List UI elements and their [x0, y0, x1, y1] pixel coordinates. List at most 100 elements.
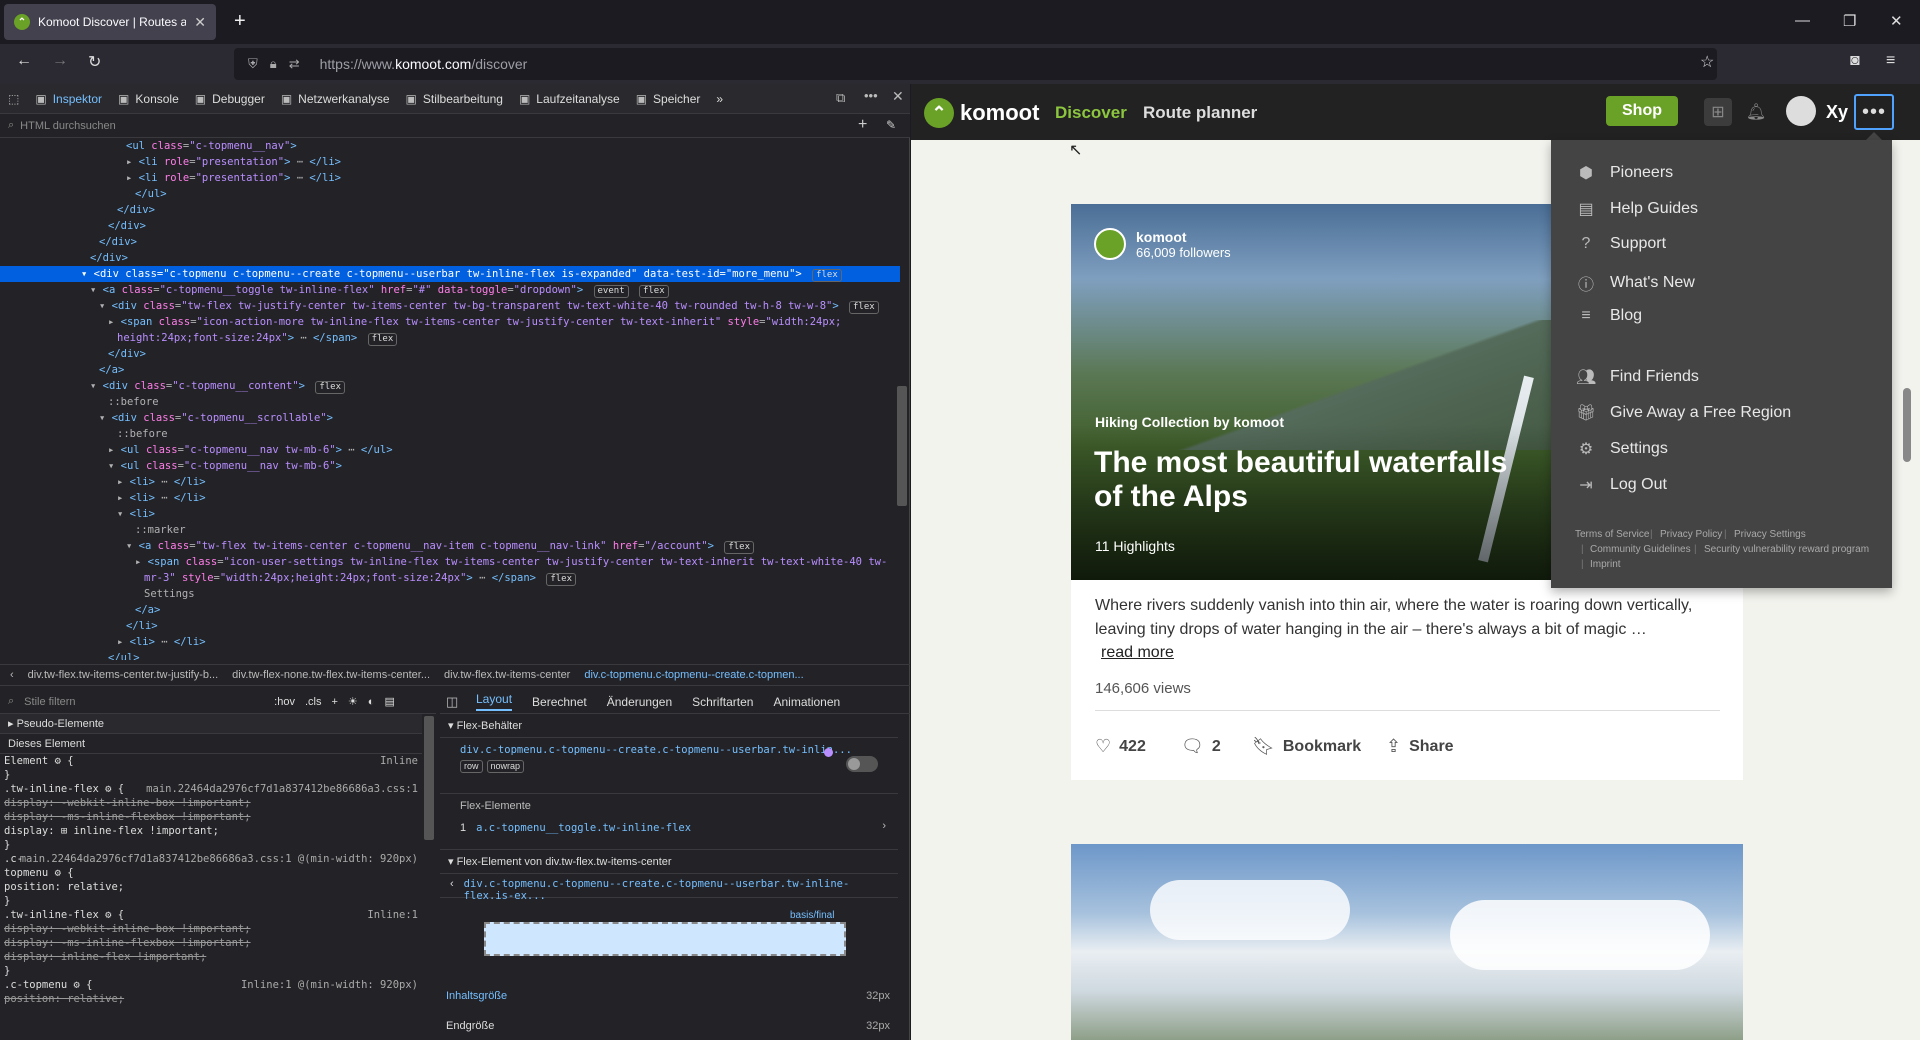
markup-line[interactable]: ▾ <a class="tw-flex tw-items-center c-to…	[0, 538, 900, 554]
markup-line[interactable]: ▾ <li>	[0, 506, 900, 522]
markup-line[interactable]: ▸ <li> ⋯ </li>	[0, 474, 900, 490]
nav-route-planner[interactable]: Route planner	[1143, 103, 1257, 123]
breadcrumb-item[interactable]: div.tw-flex.tw-items-center	[444, 669, 570, 681]
author-block[interactable]: komoot 66,009 followers	[1094, 228, 1231, 260]
css-rule-line[interactable]: Inline Element ⚙ {	[0, 754, 422, 768]
dark-mode-icon[interactable]: ◐	[368, 696, 375, 708]
cls-toggle[interactable]: .cls	[305, 696, 322, 708]
forward-icon[interactable]: →	[52, 52, 68, 70]
markup-line[interactable]: </div>	[0, 234, 900, 250]
more-menu-button[interactable]: •••	[1854, 94, 1894, 130]
flex-item-selector[interactable]: div.c-topmenu.c-topmenu--create.c-topmen…	[464, 878, 888, 902]
komoot-logo[interactable]: ⌃ komoot	[924, 98, 1039, 128]
css-rule-line[interactable]: }	[0, 894, 422, 908]
markup-line[interactable]: ▸ <li role="presentation"> ⋯ </li>	[0, 154, 900, 170]
markup-line[interactable]: </a>	[0, 362, 900, 378]
footer-privacy-settings-link[interactable]: Privacy Settings	[1734, 529, 1806, 540]
footer-privacy-link[interactable]: Privacy Policy	[1660, 529, 1722, 540]
share-button[interactable]: ⇪ Share	[1386, 736, 1454, 757]
footer-imprint-link[interactable]: Imprint	[1590, 559, 1621, 570]
browser-tab[interactable]: ⌃ Komoot Discover | Routes and M ✕	[4, 4, 216, 40]
breadcrumb-item[interactable]: div.tw-flex.tw-items-center.tw-justify-b…	[28, 669, 219, 681]
markup-line[interactable]: </ul>	[0, 186, 900, 202]
layout-tab-4[interactable]: Animationen	[773, 695, 840, 709]
minimize-button[interactable]: —	[1795, 12, 1810, 29]
highlight-toggle[interactable]	[846, 756, 878, 772]
url-bar[interactable]: ⛨ 🔒︎ ⇄ https://www.komoot.com/discover	[234, 48, 1717, 80]
css-rule-line[interactable]: main.22464da2976cf7d1a837412be86686a3.cs…	[0, 782, 422, 796]
new-tab-button[interactable]: +	[234, 10, 246, 33]
menu-item-help-guides[interactable]: ▤ Help Guides	[1576, 199, 1698, 219]
devtools-close-icon[interactable]: ✕	[892, 88, 904, 105]
more-tabs-icon[interactable]: »	[716, 92, 723, 106]
markup-line[interactable]: </div>	[0, 202, 900, 218]
username[interactable]: Xy	[1826, 102, 1848, 123]
markup-line-selected[interactable]: ▾ <div class="c-topmenu c-topmenu--creat…	[0, 266, 900, 282]
css-rule-line[interactable]: display: -ms-inline-flexbox !important;	[0, 936, 422, 950]
add-rule-icon[interactable]: +	[331, 696, 337, 708]
hov-toggle[interactable]: :hov	[274, 696, 295, 708]
nav-discover[interactable]: Discover	[1055, 103, 1127, 123]
markup-search[interactable]: ⌕ HTML durchsuchen	[0, 114, 910, 138]
lock-icon[interactable]: 🔒︎	[270, 56, 277, 72]
menu-item-pioneers[interactable]: ⬢ Pioneers	[1576, 163, 1673, 183]
eyedropper-icon[interactable]: ✎	[886, 118, 896, 132]
breadcrumb-item[interactable]: div.tw-flex-none.tw-flex.tw-items-center…	[232, 669, 430, 681]
footer-community-link[interactable]: Community Guidelines	[1590, 544, 1691, 555]
bell-icon[interactable]: 🔔︎	[1742, 98, 1770, 126]
markup-search-input[interactable]: HTML durchsuchen	[20, 120, 116, 132]
rules-filter-input[interactable]: Stile filtern	[24, 696, 264, 708]
markup-line[interactable]: ▾ <a class="c-topmenu__toggle tw-inline-…	[0, 282, 900, 298]
css-rule-line[interactable]: main.22464da2976cf7d1a837412be86686a3.cs…	[0, 852, 422, 866]
flex-container-selector[interactable]: div.c-topmenu.c-topmenu--create.c-topmen…	[460, 744, 878, 756]
collection-title[interactable]: The most beautiful waterfalls of the Alp…	[1094, 446, 1534, 514]
highlight-swatch-icon[interactable]	[824, 748, 833, 757]
print-icon[interactable]: ▤	[384, 695, 394, 708]
back-icon[interactable]: ←	[16, 52, 32, 70]
add-node-icon[interactable]: +	[858, 116, 867, 134]
tab-close-icon[interactable]: ✕	[194, 14, 206, 31]
menu-item-support[interactable]: ? Support	[1576, 235, 1667, 253]
devtools-tab-laufzeitanalyse[interactable]: ▣ Laufzeitanalyse	[519, 92, 620, 106]
markup-line[interactable]: ▾ <ul class="c-topmenu__nav tw-mb-6">	[0, 458, 900, 474]
markup-line[interactable]: height:24px;font-size:24px"> ⋯ </span> f…	[0, 330, 900, 346]
layout-tab-0[interactable]: Layout	[476, 692, 513, 711]
chevron-right-icon[interactable]: ›	[882, 820, 886, 832]
bookmark-button[interactable]: 🔖︎ Bookmark	[1252, 736, 1361, 757]
like-button[interactable]: ♡ 422	[1095, 736, 1146, 757]
markup-line[interactable]: ▸ <li role="presentation"> ⋯ </li>	[0, 170, 900, 186]
markup-line[interactable]: </a>	[0, 602, 900, 618]
markup-line[interactable]: </div>	[0, 346, 900, 362]
create-icon[interactable]: ⊞	[1704, 98, 1732, 126]
markup-line[interactable]: ::before	[0, 426, 900, 442]
layout-tab-1[interactable]: Berechnet	[532, 695, 587, 709]
devtools-tab-debugger[interactable]: ▣ Debugger	[195, 92, 265, 106]
css-rule-line[interactable]: Inline:1 .tw-inline-flex ⚙ {	[0, 908, 422, 922]
rules-scrollbar[interactable]	[424, 716, 434, 840]
menu-item-log-out[interactable]: ⇥ Log Out	[1576, 475, 1667, 495]
breadcrumb-back-icon[interactable]: ‹	[10, 669, 14, 681]
close-window-button[interactable]: ✕	[1890, 12, 1903, 30]
comment-button[interactable]: 🗨︎ 2	[1181, 736, 1221, 757]
markup-line[interactable]: </div>	[0, 250, 900, 266]
permissions-icon[interactable]: ⇄	[289, 56, 300, 72]
markup-line[interactable]: ▸ <li> ⋯ </li>	[0, 490, 900, 506]
markup-line[interactable]: ::marker	[0, 522, 900, 538]
markup-line[interactable]: </li>	[0, 618, 900, 634]
pocket-icon[interactable]: ◙	[1850, 52, 1860, 70]
css-rule-line[interactable]: position: relative;	[0, 992, 422, 1006]
markup-line[interactable]: ▸ <span class="icon-action-more tw-inlin…	[0, 314, 900, 330]
devtools-more-icon[interactable]: •••	[864, 88, 878, 103]
breadcrumb-item-selected[interactable]: div.c-topmenu.c-topmenu--create.c-topmen…	[584, 669, 803, 681]
toggle-sidebar-icon[interactable]: ◫	[446, 694, 458, 710]
menu-item-give-away[interactable]: 🎁︎ Give Away a Free Region	[1576, 403, 1791, 423]
markup-line[interactable]: Settings	[0, 586, 900, 602]
css-rule-line[interactable]: }	[0, 768, 422, 782]
back-chevron-icon[interactable]: ‹	[450, 878, 454, 893]
light-mode-icon[interactable]: ☀	[348, 695, 358, 708]
devtools-tab-speicher[interactable]: ▣ Speicher	[636, 92, 701, 106]
maximize-button[interactable]: ❐	[1843, 12, 1856, 30]
menu-item-whats-new[interactable]: ⓘ What's New	[1576, 271, 1695, 295]
devtools-tab-netzwerkanalyse[interactable]: ▣ Netzwerkanalyse	[281, 92, 390, 106]
author-name[interactable]: komoot	[1136, 229, 1231, 245]
